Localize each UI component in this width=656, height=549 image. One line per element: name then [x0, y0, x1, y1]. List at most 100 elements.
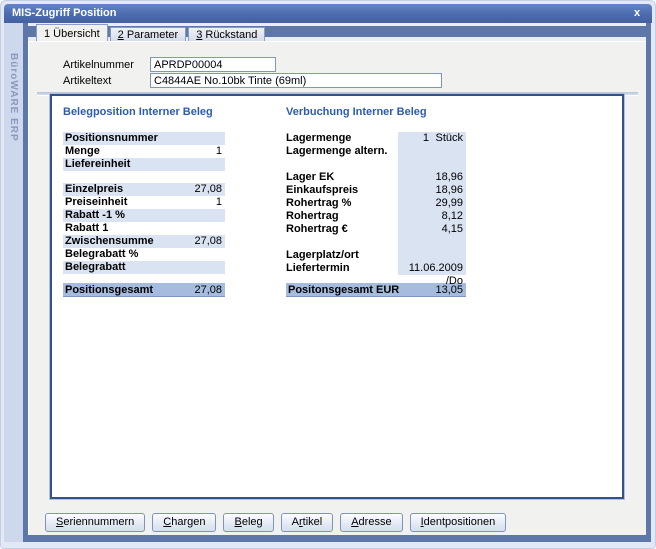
table-row: Rohertrag € 4,15	[286, 223, 466, 236]
verbuchung-rows: Lagermenge 1 Stück Lagermenge altern.	[286, 132, 466, 275]
table-row: Rabatt 1	[63, 222, 225, 235]
total-value: 13,05	[435, 283, 466, 296]
table-row: Lagerplatz/ort	[286, 249, 466, 262]
table-row: Rabatt -1 %	[63, 209, 225, 222]
table-row: Liefereinheit	[63, 158, 225, 171]
row-label: Menge	[63, 145, 216, 158]
close-icon[interactable]: x	[629, 5, 645, 21]
adresse-button[interactable]: Adresse	[340, 513, 402, 532]
row-value-block: 18,96	[398, 171, 466, 184]
seriennummern-button[interactable]: Seriennummern	[45, 513, 145, 532]
row-value	[222, 158, 225, 171]
row-value	[398, 158, 466, 171]
row-value-block	[398, 158, 466, 171]
row-label: Rohertrag %	[286, 197, 398, 210]
row-value-block	[398, 236, 466, 249]
row-label: Liefereinheit	[63, 158, 222, 171]
row-value: 4,15	[398, 223, 466, 236]
table-row: Rohertrag % 29,99	[286, 197, 466, 210]
positonsgesamt-eur-total-row: Positonsgesamt EUR 13,05	[286, 283, 466, 297]
row-value-block	[398, 249, 466, 262]
artikel-button[interactable]: Artikel	[281, 513, 334, 532]
row-value	[222, 209, 225, 222]
row-value: 8,12	[398, 210, 466, 223]
row-value	[398, 236, 466, 249]
tab-bar: 1 Übersicht 2 Parameter 3 Rückstand	[28, 23, 646, 41]
row-gap	[63, 171, 225, 183]
dialog-window: MIS-Zugriff Position x BüroWARE ERP 1 Üb…	[0, 0, 656, 549]
row-value: 27,08	[194, 183, 225, 196]
tab-parameter[interactable]: 2 Parameter	[110, 27, 187, 41]
table-row: Lager EK 18,96	[286, 171, 466, 184]
row-label: Positionsnummer	[63, 132, 222, 145]
table-row: Preiseinheit 1	[63, 196, 225, 209]
table-row	[286, 158, 466, 171]
row-label	[286, 236, 398, 249]
table-row	[286, 236, 466, 249]
footer-button-row: Seriennummern Chargen Beleg Artikel Adre…	[45, 513, 506, 532]
unit-label: Stück	[432, 132, 466, 145]
artikeltext-label: Artikeltext	[63, 75, 150, 87]
frame-edge-bottom	[23, 535, 651, 542]
row-label: Rabatt 1	[63, 222, 222, 235]
row-value: 18,96	[398, 171, 466, 184]
section-title-belegposition: Belegposition Interner Beleg	[63, 106, 225, 132]
belegposition-rows-a: Positionsnummer Menge 1 Liefereinheit	[63, 132, 225, 171]
row-label: Einzelpreis	[63, 183, 194, 196]
row-label: Belegrabatt %	[63, 248, 222, 261]
belegposition-rows-b: Einzelpreis 27,08 Preiseinheit 1 Rabatt …	[63, 183, 225, 274]
table-row: Belegrabatt %	[63, 248, 225, 261]
identpositionen-button[interactable]: Identpositionen	[410, 513, 507, 532]
table-row: Positionsnummer	[63, 132, 225, 145]
positionsgesamt-total-row: Positionsgesamt 27,08	[63, 283, 225, 297]
row-value	[398, 249, 466, 262]
row-value-block: 1 Stück	[398, 132, 466, 145]
row-value: 29,99	[398, 197, 466, 210]
row-label	[286, 158, 398, 171]
chargen-button[interactable]: Chargen	[152, 513, 216, 532]
row-label: Rabatt -1 %	[63, 209, 222, 222]
row-value: 1	[216, 196, 225, 209]
client-area: BüroWARE ERP 1 Übersicht 2 Parameter 3 R…	[4, 23, 651, 542]
tab-page-uebersicht: Artikelnummer Artikeltext Belegposition …	[28, 41, 646, 535]
row-label: Belegrabatt	[63, 261, 222, 274]
table-row: Belegrabatt	[63, 261, 225, 274]
row-value-block: 18,96	[398, 184, 466, 197]
artikelnummer-input[interactable]	[150, 57, 276, 72]
beleg-button[interactable]: Beleg	[223, 513, 273, 532]
brand-vertical-label: BüroWARE ERP	[8, 53, 19, 542]
table-row: Einzelpreis 27,08	[63, 183, 225, 196]
article-form: Artikelnummer Artikeltext	[29, 42, 646, 88]
window-title: MIS-Zugriff Position	[12, 7, 116, 19]
row-value	[398, 145, 466, 158]
section-title-verbuchung: Verbuchung Interner Beleg	[286, 106, 466, 132]
detail-panel: Belegposition Interner Beleg Positionsnu…	[50, 94, 624, 499]
row-label: Preiseinheit	[63, 196, 216, 209]
row-gap	[286, 275, 466, 283]
tab-rueckstand[interactable]: 3 Rückstand	[188, 27, 265, 41]
title-bar: MIS-Zugriff Position x	[4, 4, 652, 23]
total-label: Positonsgesamt EUR	[286, 283, 435, 296]
row-label: Lagerplatz/ort	[286, 249, 398, 262]
table-row: Menge 1	[63, 145, 225, 158]
row-value	[222, 248, 225, 261]
row-label: Zwischensumme	[63, 235, 194, 248]
tab-uebersicht[interactable]: 1 Übersicht	[36, 24, 108, 41]
row-value-block: 4,15	[398, 223, 466, 236]
artikeltext-input[interactable]	[150, 73, 442, 88]
row-value-block: 8,12	[398, 210, 466, 223]
row-value-block	[398, 145, 466, 158]
row-label: Lagermenge	[286, 132, 398, 145]
frame-edge-right	[646, 23, 651, 542]
row-value: 1	[216, 145, 225, 158]
table-row: Rohertrag 8,12	[286, 210, 466, 223]
brand-rail: BüroWARE ERP	[4, 23, 23, 542]
table-row: Liefertermin 11.06.2009 /Do	[286, 262, 466, 275]
table-row: Lagermenge altern.	[286, 145, 466, 158]
row-label: Rohertrag	[286, 210, 398, 223]
table-row: Zwischensumme 27,08	[63, 235, 225, 248]
row-label: Liefertermin	[286, 262, 398, 275]
row-value: 11.06.2009 /Do	[398, 262, 466, 275]
row-gap	[63, 274, 225, 283]
total-label: Positionsgesamt	[63, 283, 194, 296]
